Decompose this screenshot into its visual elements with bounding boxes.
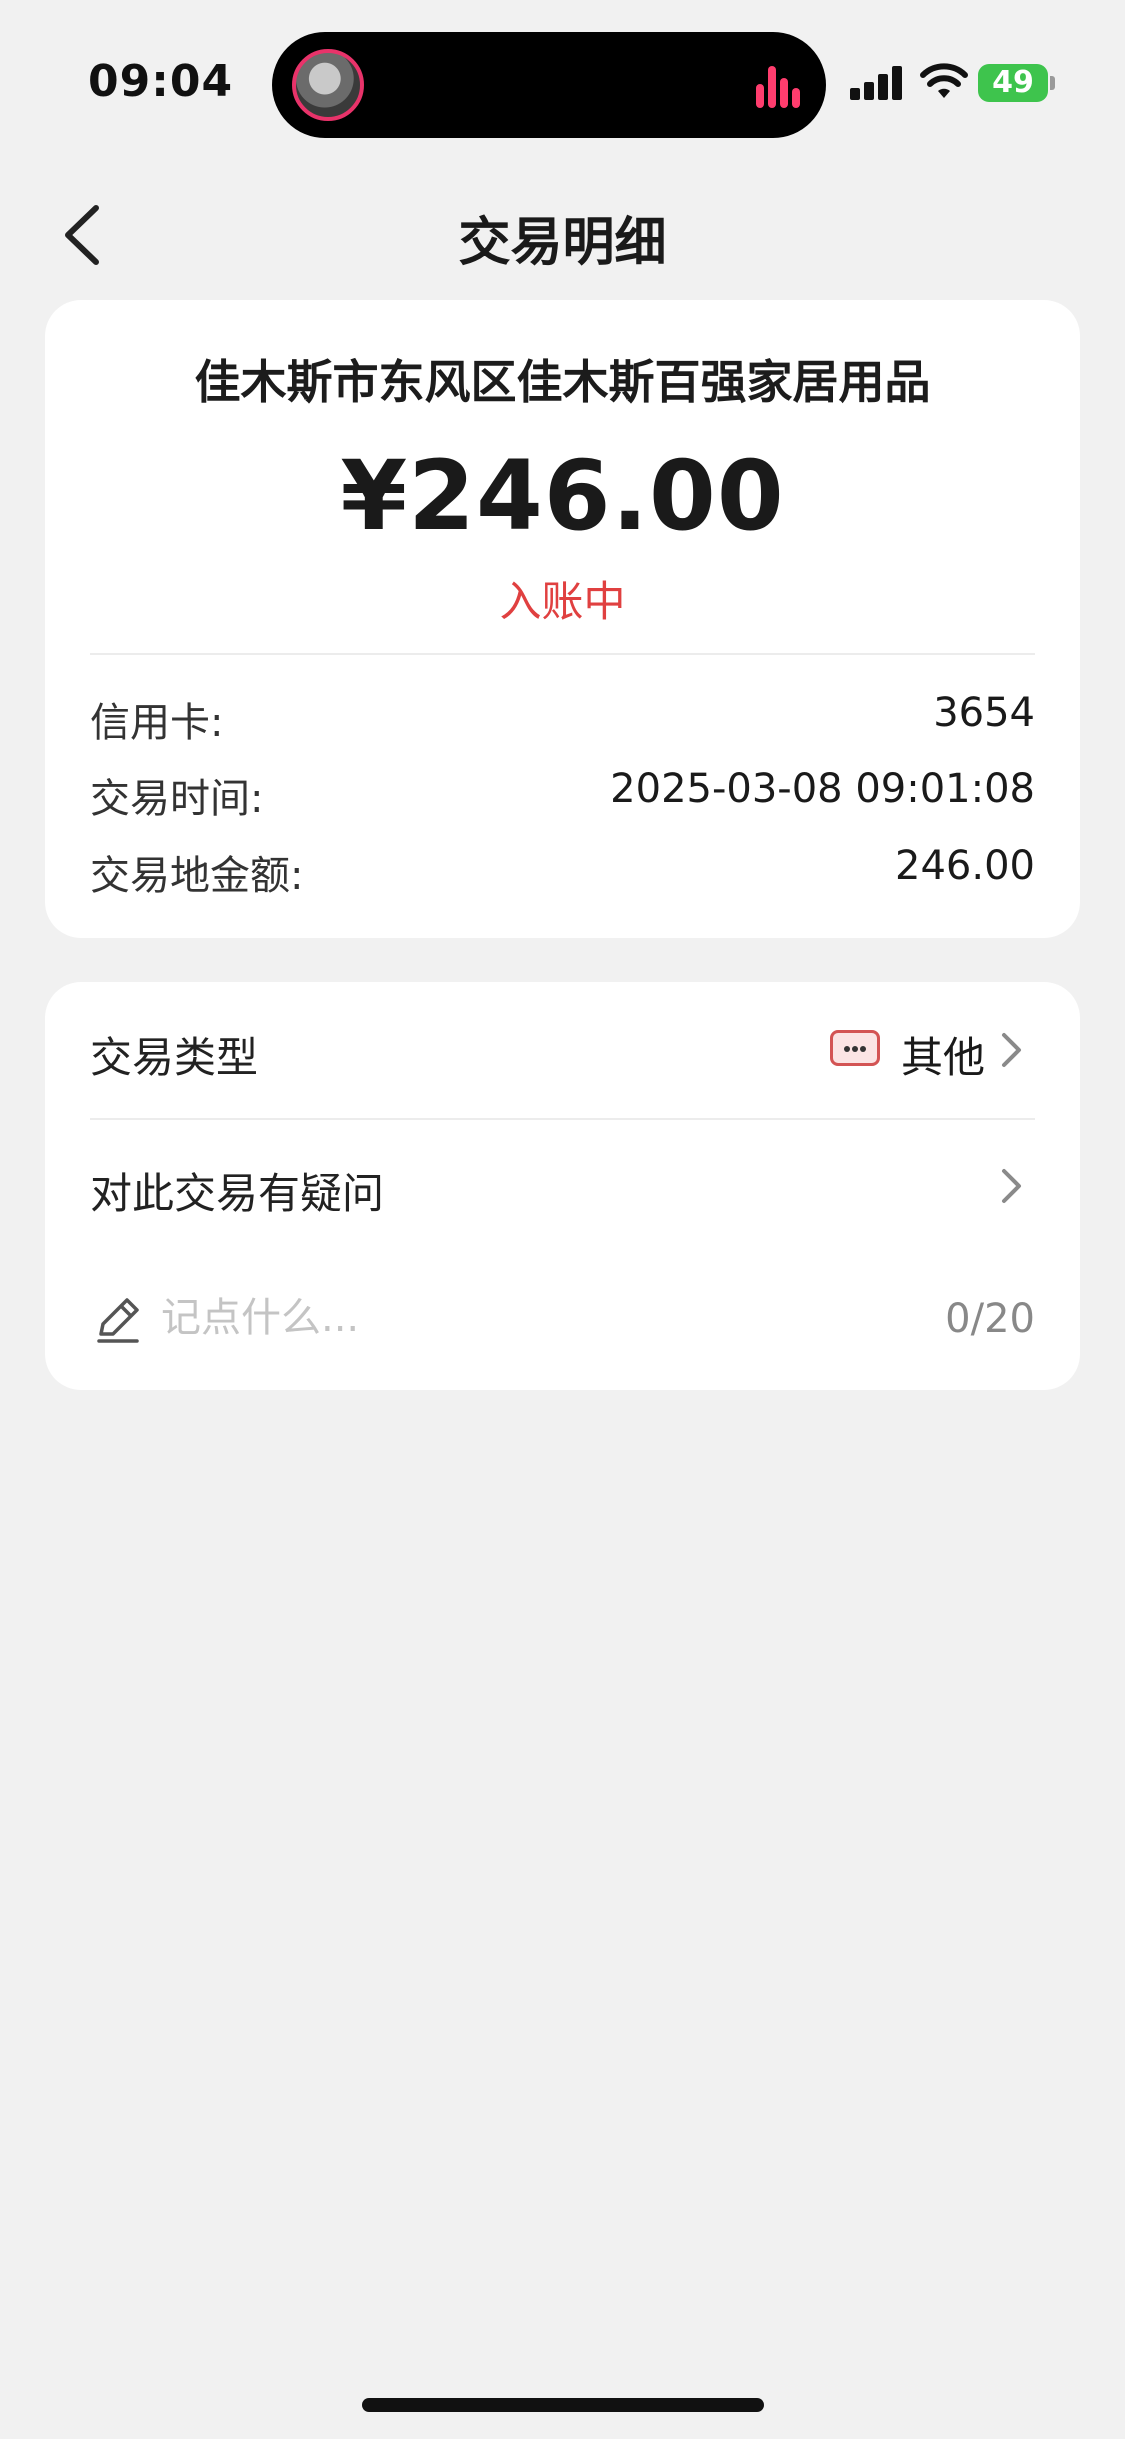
transaction-time-value: 2025-03-08 09:01:08 — [610, 766, 1035, 812]
page-title: 交易明细 — [458, 213, 667, 273]
local-amount-value: 246.00 — [895, 843, 1035, 889]
transaction-detail-screen: 09:04 49 交易明细 佳木斯市东风区佳木斯百强家居用品 ¥246.00 入… — [0, 0, 1125, 2439]
audio-levels-icon — [756, 62, 800, 108]
merchant-name: 佳木斯市东风区佳木斯百强家居用品 — [194, 355, 931, 409]
divider — [90, 653, 1035, 655]
transaction-summary-card: 佳木斯市东风区佳木斯百强家居用品 ¥246.00 入账中 信用卡: 3654 交… — [45, 300, 1080, 938]
credit-card-label: 信用卡: — [90, 700, 224, 746]
status-time: 09:04 — [88, 56, 234, 107]
transaction-type-row[interactable]: 交易类型 其他 — [45, 982, 1080, 1118]
chevron-right-icon — [1002, 1169, 1021, 1203]
credit-card-value: 3654 — [933, 690, 1035, 736]
chevron-right-icon — [1002, 1033, 1021, 1067]
dynamic-island[interactable] — [272, 32, 826, 138]
transaction-question-row[interactable]: 对此交易有疑问 — [45, 1120, 1080, 1256]
battery-charging-icon: 49 — [978, 64, 1048, 102]
note-char-count: 0/20 — [945, 1296, 1035, 1342]
cellular-signal-icon — [850, 64, 904, 100]
status-badge: 入账中 — [499, 577, 626, 626]
wifi-icon — [920, 63, 968, 98]
transaction-type-label: 交易类型 — [90, 1033, 259, 1082]
live-activity-avatar-icon — [292, 49, 364, 121]
transaction-amount: ¥246.00 — [340, 440, 785, 552]
local-amount-label: 交易地金额: — [90, 853, 304, 899]
more-dots-badge-icon — [830, 1030, 880, 1066]
note-input[interactable] — [161, 1288, 861, 1348]
transaction-question-label: 对此交易有疑问 — [90, 1169, 385, 1218]
transaction-time-label: 交易时间: — [90, 776, 264, 822]
battery-tip — [1050, 76, 1055, 90]
battery-level: 49 — [992, 65, 1034, 100]
transaction-type-value: 其他 — [900, 1033, 985, 1082]
pencil-icon — [97, 1298, 139, 1343]
home-indicator[interactable] — [362, 2398, 764, 2412]
transaction-actions-card: 交易类型 其他 对此交易有疑问 0/20 — [45, 982, 1080, 1390]
